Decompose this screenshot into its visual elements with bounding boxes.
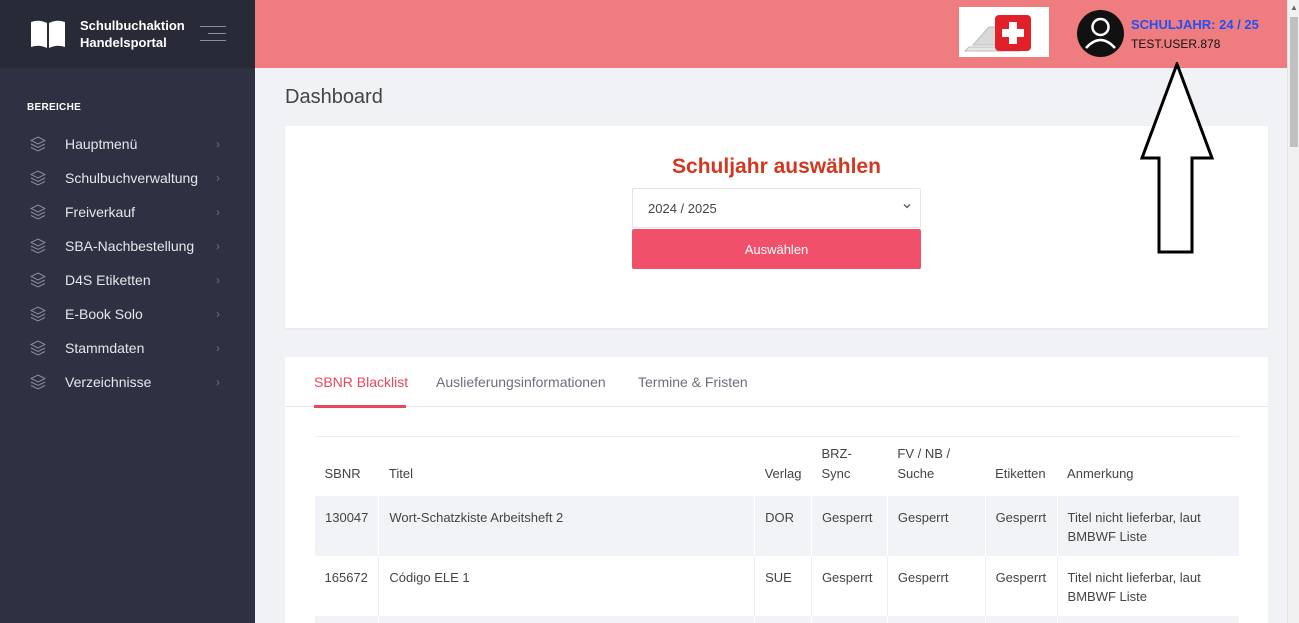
chevron-right-icon: › xyxy=(216,205,220,219)
sidebar-item-label: Freiverkauf xyxy=(65,204,136,220)
school-year-label[interactable]: SCHULJAHR: 24 / 25 xyxy=(1131,17,1259,32)
page-scrollbar[interactable]: ▲ xyxy=(1287,0,1299,623)
column-header-titel[interactable]: Titel xyxy=(378,436,755,496)
layers-icon xyxy=(30,238,46,254)
chevron-right-icon: › xyxy=(216,341,220,355)
brand-line2: Handelsportal xyxy=(80,35,167,50)
user-avatar-icon[interactable] xyxy=(1077,10,1124,57)
active-tab-indicator xyxy=(314,405,406,408)
menu-toggle-icon[interactable] xyxy=(200,26,226,42)
chevron-down-icon xyxy=(903,204,911,209)
layers-icon xyxy=(30,272,46,288)
layers-icon xyxy=(30,170,46,186)
select-year-button[interactable]: Auswählen xyxy=(632,229,921,269)
cell-verlag: DOR xyxy=(754,495,812,556)
cell-sbnr: 130047 xyxy=(313,495,379,556)
company-logo xyxy=(959,7,1049,57)
cell-fv-nb-suche: Gesperrt xyxy=(886,555,986,616)
layers-icon xyxy=(30,136,46,152)
sidebar-item-stammdaten[interactable]: Stammdaten › xyxy=(0,331,255,365)
table-row[interactable]: 165672 Código ELE 1 SUE Gesperrt Gesperr… xyxy=(314,555,1239,616)
column-header-brz-sync[interactable]: BRZ- Sync xyxy=(811,436,888,496)
cell-sbnr: 165672 xyxy=(314,555,379,616)
year-select-title: Schuljahr auswählen xyxy=(672,155,881,178)
cell-etiketten: Gesperrt xyxy=(984,495,1058,556)
cell-anmerkung: Titel nicht lieferbar, laut BMBWF Liste xyxy=(1056,495,1239,556)
blacklist-table: SBNR Titel Verlag BRZ- Sync FV / NB / Su… xyxy=(313,436,1239,623)
sidebar-item-d4s-etiketten[interactable]: D4S Etiketten › xyxy=(0,263,255,297)
page-title: Dashboard xyxy=(285,86,383,108)
sidebar-item-verzeichnisse[interactable]: Verzeichnisse › xyxy=(0,365,255,399)
chevron-right-icon: › xyxy=(216,137,220,151)
school-year-select-value: 2024 / 2025 xyxy=(648,200,717,216)
chevron-right-icon: › xyxy=(216,171,220,185)
laptop-swiss-cross-icon xyxy=(963,15,1031,52)
cell-brz-sync: Gesperrt xyxy=(810,555,888,616)
sidebar-nav: Hauptmenü › Schulbuchverwaltung › Freive… xyxy=(0,127,255,399)
sidebar-item-label: Stammdaten xyxy=(65,340,145,356)
sidebar-item-label: E-Book Solo xyxy=(65,306,143,322)
chevron-right-icon: › xyxy=(216,239,220,253)
cell-etiketten: Gesperrt xyxy=(984,555,1058,616)
tab-termine-fristen[interactable]: Termine & Fristen xyxy=(638,374,748,390)
section-title: BEREICHE xyxy=(27,102,82,113)
chevron-right-icon: › xyxy=(216,307,220,321)
top-header: SCHULJAHR: 24 / 25 TEST.USER.878 xyxy=(255,0,1287,68)
username-label: TEST.USER.878 xyxy=(1131,37,1221,51)
column-header-etiketten[interactable]: Etiketten xyxy=(985,436,1058,496)
table-row[interactable]: 130047 Wort-Schatzkiste Arbeitsheft 2 DO… xyxy=(313,495,1239,556)
chevron-right-icon: › xyxy=(216,375,220,389)
layers-icon xyxy=(30,306,46,322)
book-icon xyxy=(31,20,65,48)
sidebar: Schulbuchaktion Handelsportal BEREICHE H… xyxy=(0,0,255,623)
table-header-row: SBNR Titel Verlag BRZ- Sync FV / NB / Su… xyxy=(314,436,1239,496)
brand[interactable]: Schulbuchaktion Handelsportal xyxy=(0,0,255,68)
sidebar-item-label: Verzeichnisse xyxy=(65,374,152,390)
column-header-sbnr[interactable]: SBNR xyxy=(314,436,379,496)
brand-name: Schulbuchaktion Handelsportal xyxy=(80,17,185,51)
sidebar-item-e-book-solo[interactable]: E-Book Solo › xyxy=(0,297,255,331)
sidebar-item-hauptmenu[interactable]: Hauptmenü › xyxy=(0,127,255,161)
layers-icon xyxy=(30,204,46,220)
cell-titel: Wort-Schatzkiste Arbeitsheft 2 xyxy=(378,495,755,556)
year-select-card: Schuljahr auswählen 2024 / 2025 Auswähle… xyxy=(285,126,1268,328)
sidebar-item-freiverkauf[interactable]: Freiverkauf › xyxy=(0,195,255,229)
chevron-right-icon: › xyxy=(216,273,220,287)
school-year-select[interactable]: 2024 / 2025 xyxy=(632,188,921,228)
scroll-up-icon[interactable]: ▲ xyxy=(1290,3,1298,12)
cell-verlag: SUE xyxy=(754,555,812,616)
layers-icon xyxy=(30,340,46,356)
tab-auslieferungsinformationen[interactable]: Auslieferungsinformationen xyxy=(436,374,606,390)
up-arrow-annotation-icon xyxy=(1140,62,1214,254)
column-header-verlag[interactable]: Verlag xyxy=(754,436,812,496)
cell-anmerkung: Titel nicht lieferbar, laut BMBWF Liste xyxy=(1056,555,1239,616)
sidebar-item-label: Schulbuchverwaltung xyxy=(65,170,199,186)
layers-icon xyxy=(30,374,46,390)
tab-bar: SBNR Blacklist Auslieferungsinformatione… xyxy=(285,357,1268,408)
cell-brz-sync: Gesperrt xyxy=(810,495,888,556)
sidebar-item-label: SBA-Nachbestellung xyxy=(65,238,195,254)
info-tabs-card: SBNR Blacklist Auslieferungsinformatione… xyxy=(285,357,1268,623)
column-header-fv-nb-suche[interactable]: FV / NB / Suche xyxy=(887,436,986,496)
blacklist-table-container: SBNR Titel Verlag BRZ- Sync FV / NB / Su… xyxy=(313,436,1239,623)
sidebar-item-label: D4S Etiketten xyxy=(65,272,151,288)
sidebar-item-label: Hauptmenü xyxy=(65,136,138,152)
table-row xyxy=(313,615,1239,623)
cell-fv-nb-suche: Gesperrt xyxy=(886,495,986,556)
tab-sbnr-blacklist[interactable]: SBNR Blacklist xyxy=(314,374,408,390)
brand-line1: Schulbuchaktion xyxy=(80,18,185,33)
cell-titel: Código ELE 1 xyxy=(378,555,755,616)
sidebar-item-sba-nachbestellung[interactable]: SBA-Nachbestellung › xyxy=(0,229,255,263)
sidebar-item-schulbuchverwaltung[interactable]: Schulbuchverwaltung › xyxy=(0,161,255,195)
scroll-thumb[interactable] xyxy=(1290,17,1298,147)
column-header-anmerkung[interactable]: Anmerkung xyxy=(1057,436,1239,496)
